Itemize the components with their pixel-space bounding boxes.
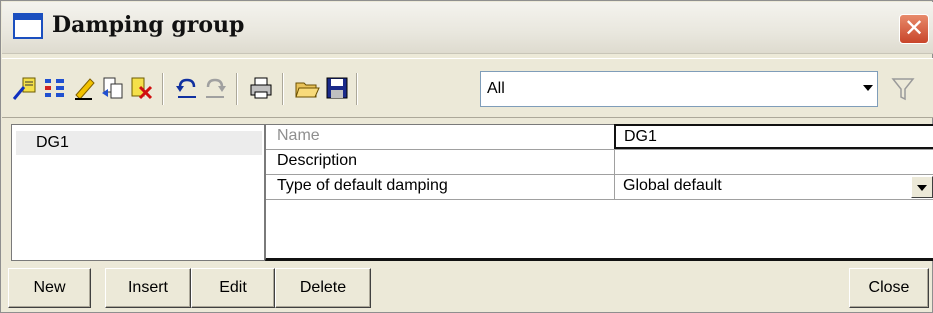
- property-label: Type of default damping: [277, 177, 448, 194]
- property-value: DG1: [624, 128, 657, 145]
- delete-icon[interactable]: [128, 75, 154, 101]
- property-label: Description: [277, 152, 358, 169]
- list-item[interactable]: DG1: [16, 131, 262, 155]
- align-icon[interactable]: [42, 75, 68, 101]
- edit-pencil-icon[interactable]: [72, 75, 98, 101]
- copy-icon[interactable]: [100, 75, 126, 101]
- chevron-down-icon[interactable]: [911, 176, 933, 198]
- window-icon: [13, 13, 43, 39]
- title-bar[interactable]: Damping group ✕: [2, 2, 933, 54]
- insert-button[interactable]: Insert: [105, 268, 191, 308]
- name-value-field[interactable]: DG1: [614, 124, 933, 149]
- close-button[interactable]: Close: [849, 268, 929, 308]
- property-row-default-damping[interactable]: Type of default damping Global default: [266, 175, 933, 200]
- print-icon[interactable]: [248, 75, 274, 101]
- filter-dropdown[interactable]: All: [480, 71, 878, 107]
- toolbar-separator: [236, 73, 238, 105]
- open-folder-icon[interactable]: [294, 75, 320, 101]
- redo-icon[interactable]: [202, 75, 228, 101]
- toolbar-separator: [282, 73, 284, 105]
- damping-group-list[interactable]: DG1: [11, 124, 265, 261]
- toolbar: All: [2, 58, 933, 118]
- delete-button[interactable]: Delete: [275, 268, 371, 308]
- window-title: Damping group: [52, 12, 245, 38]
- property-grid: Name DG1 Description Type of default dam…: [265, 124, 933, 261]
- filter-dropdown-value: All: [487, 80, 505, 97]
- property-row-description[interactable]: Description: [266, 150, 933, 175]
- close-window-button[interactable]: ✕: [899, 14, 929, 44]
- new-button[interactable]: New: [8, 268, 91, 308]
- filter-icon[interactable]: [890, 75, 916, 103]
- edit-button[interactable]: Edit: [191, 268, 275, 308]
- chevron-down-icon[interactable]: [863, 85, 873, 91]
- property-row-name[interactable]: Name DG1: [266, 124, 933, 150]
- default-damping-select[interactable]: Global default: [614, 175, 933, 199]
- toolbar-separator: [162, 73, 164, 105]
- description-value-field[interactable]: [614, 150, 933, 174]
- toolbar-separator: [356, 73, 358, 105]
- new-record-icon[interactable]: [12, 75, 38, 101]
- property-label: Name: [277, 127, 320, 144]
- save-icon[interactable]: [324, 75, 350, 101]
- undo-icon[interactable]: [174, 75, 200, 101]
- property-value: Global default: [623, 177, 722, 194]
- damping-group-window: Damping group ✕ All DG1 Name DG1 Descrip…: [0, 0, 933, 313]
